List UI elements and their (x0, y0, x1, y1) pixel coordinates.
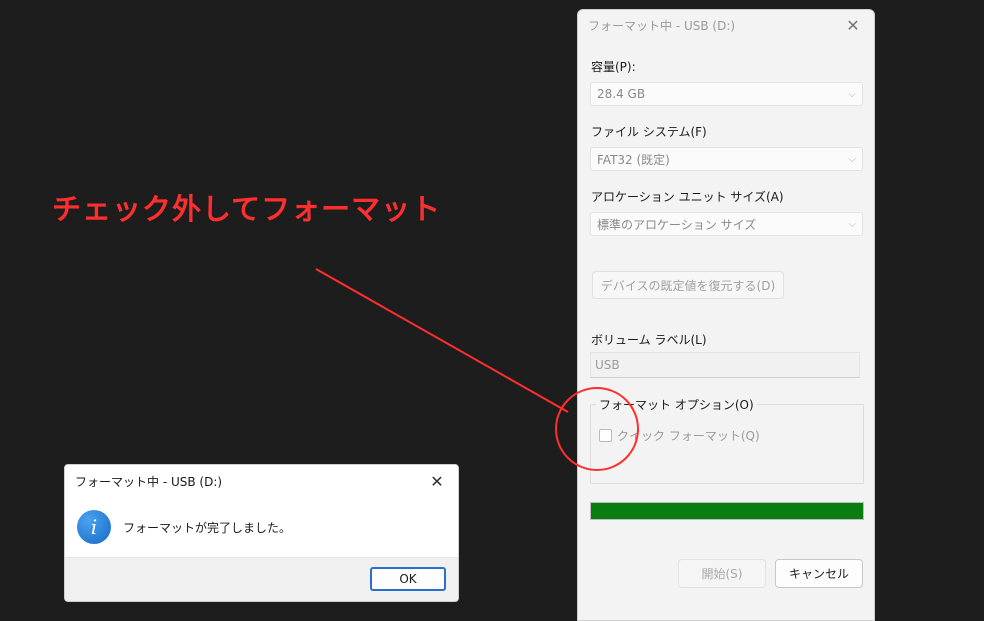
annotation-pointer-line (315, 268, 569, 413)
completion-message-dialog: フォーマット中 - USB (D:) ✕ i フォーマットが完了しました。 OK (64, 464, 459, 602)
chevron-down-icon: ⌵ (848, 218, 856, 230)
filesystem-label: ファイル システム(F) (591, 125, 707, 139)
format-progress-fill (591, 503, 863, 519)
start-button[interactable]: 開始(S) (678, 559, 766, 588)
format-dialog: フォーマット中 - USB (D:) ✕ 容量(P): 28.4 GB ⌵ ファ… (577, 9, 875, 621)
message-dialog-titlebar: フォーマット中 - USB (D:) ✕ (65, 465, 458, 497)
volume-label-input[interactable]: USB (590, 352, 860, 378)
format-dialog-titlebar: フォーマット中 - USB (D:) ✕ (578, 10, 874, 40)
message-text: フォーマットが完了しました。 (123, 520, 292, 535)
capacity-select[interactable]: 28.4 GB ⌵ (590, 82, 863, 106)
close-icon[interactable]: ✕ (426, 472, 448, 491)
ok-button[interactable]: OK (370, 567, 446, 591)
chevron-down-icon: ⌵ (848, 153, 856, 165)
quick-format-checkbox[interactable] (599, 429, 612, 442)
format-progress-bar (590, 502, 864, 520)
volume-label-value: USB (595, 358, 620, 372)
capacity-label: 容量(P): (591, 60, 636, 74)
message-dialog-title: フォーマット中 - USB (D:) (75, 474, 223, 489)
quick-format-option[interactable]: クイック フォーマット(Q) (599, 427, 760, 444)
chevron-down-icon: ⌵ (848, 88, 856, 100)
annotation-text: チェック外してフォーマット (52, 192, 442, 226)
format-options-group: フォーマット オプション(O) クイック フォーマット(Q) (590, 396, 864, 484)
allocation-value: 標準のアロケーション サイズ (597, 217, 757, 232)
format-options-label: フォーマット オプション(O) (596, 396, 757, 413)
quick-format-label: クイック フォーマット(Q) (617, 429, 760, 443)
close-icon[interactable]: ✕ (842, 16, 864, 35)
format-dialog-title: フォーマット中 - USB (D:) (588, 18, 736, 33)
allocation-label: アロケーション ユニット サイズ(A) (591, 190, 784, 204)
restore-defaults-button[interactable]: デバイスの既定値を復元する(D) (592, 271, 784, 299)
message-body: i フォーマットが完了しました。 (65, 497, 458, 557)
filesystem-select[interactable]: FAT32 (既定) ⌵ (590, 147, 863, 171)
allocation-select[interactable]: 標準のアロケーション サイズ ⌵ (590, 212, 863, 236)
info-icon: i (77, 510, 111, 544)
capacity-value: 28.4 GB (597, 87, 646, 101)
message-footer: OK (65, 557, 458, 601)
cancel-button[interactable]: キャンセル (775, 559, 863, 588)
filesystem-value: FAT32 (既定) (597, 152, 670, 167)
volume-label-label: ボリューム ラベル(L) (591, 333, 707, 347)
